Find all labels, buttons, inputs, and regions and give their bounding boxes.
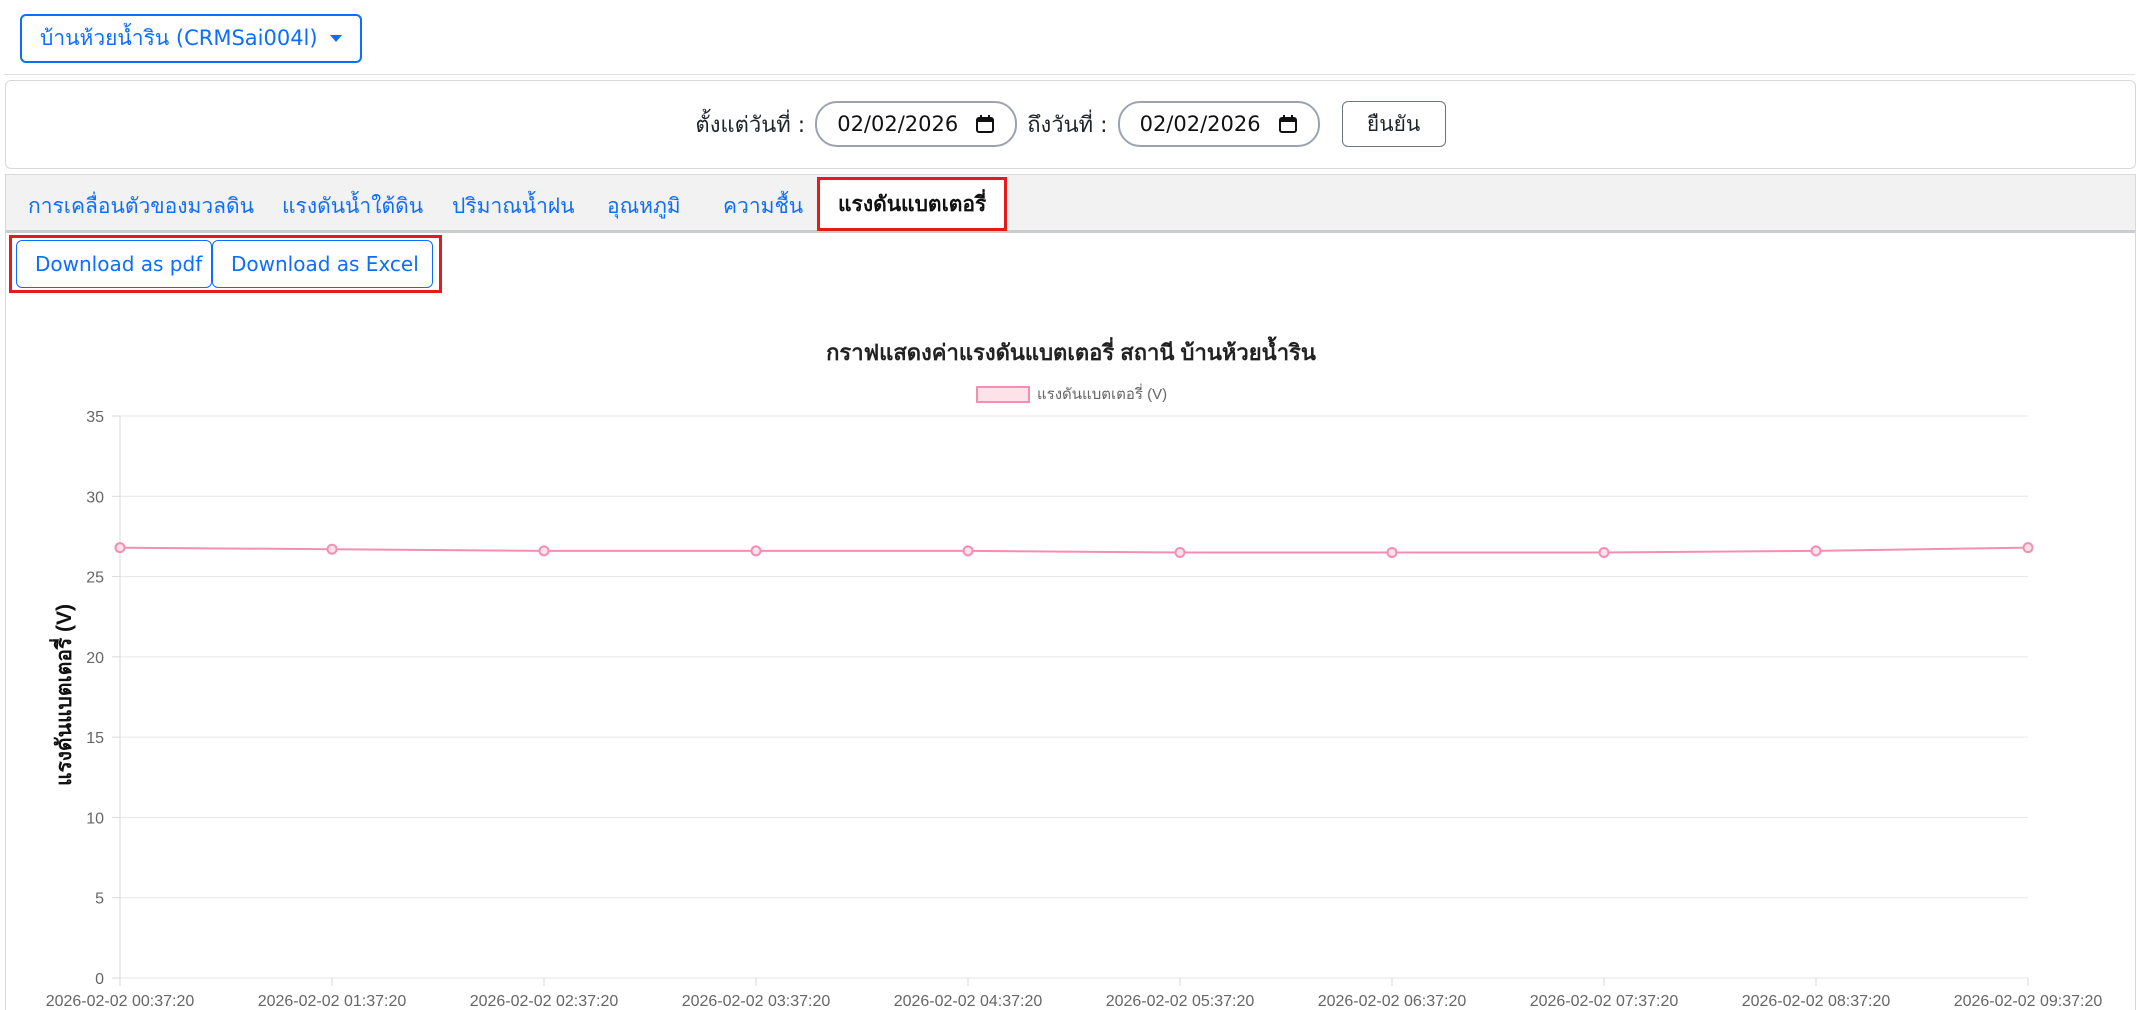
series-line [119, 546, 2029, 554]
x-tick-label: 2026-02-02 02:37:20 [470, 993, 619, 1010]
data-point[interactable] [326, 543, 338, 555]
battery-voltage-chart: 0 5 10 15 20 25 30 35 2026-02-02 00:37:20 2026-02… [46, 336, 2103, 1010]
data-point[interactable] [2022, 542, 2034, 554]
chart-legend[interactable]: แรงดันแบตเตอรี่ (V) [976, 383, 1167, 403]
y-tick-label: 30 [86, 489, 104, 506]
data-point[interactable] [1386, 546, 1398, 558]
y-tick-label: 15 [86, 730, 104, 747]
data-point[interactable] [962, 545, 974, 557]
legend-label: แรงดันแบตเตอรี่ (V) [1037, 383, 1167, 403]
y-tick-label: 35 [86, 409, 104, 426]
x-tick-label: 2026-02-02 03:37:20 [682, 993, 831, 1010]
legend-swatch [976, 386, 1030, 403]
x-tick-label: 2026-02-02 05:37:20 [1106, 993, 1255, 1010]
x-tick-label: 2026-02-02 00:37:20 [46, 993, 195, 1010]
x-tick-label: 2026-02-02 08:37:20 [1742, 993, 1891, 1010]
x-tick-label: 2026-02-02 01:37:20 [258, 993, 407, 1010]
data-point[interactable] [538, 545, 550, 557]
y-axis-label: แรงดันแบตเตอรี่ (V) [48, 604, 76, 786]
data-point[interactable] [750, 545, 762, 557]
data-point[interactable] [1810, 545, 1822, 557]
x-tick-label: 2026-02-02 04:37:20 [894, 993, 1043, 1010]
data-point[interactable] [1598, 546, 1610, 558]
chart-title: กราฟแสดงค่าแรงดันแบตเตอรี่ สถานี บ้านห้ว… [826, 336, 1316, 365]
y-tick-label: 20 [86, 650, 104, 667]
y-tick-label: 0 [95, 971, 104, 988]
data-point[interactable] [114, 542, 126, 554]
data-point[interactable] [1174, 546, 1186, 558]
y-tick-label: 10 [86, 810, 104, 827]
x-tick-label: 2026-02-02 06:37:20 [1318, 993, 1467, 1010]
y-tick-label: 25 [86, 570, 104, 587]
y-tick-label: 5 [95, 891, 104, 908]
x-tick-label: 2026-02-02 07:37:20 [1530, 993, 1679, 1010]
x-tick-label: 2026-02-02 09:37:20 [1954, 993, 2103, 1010]
